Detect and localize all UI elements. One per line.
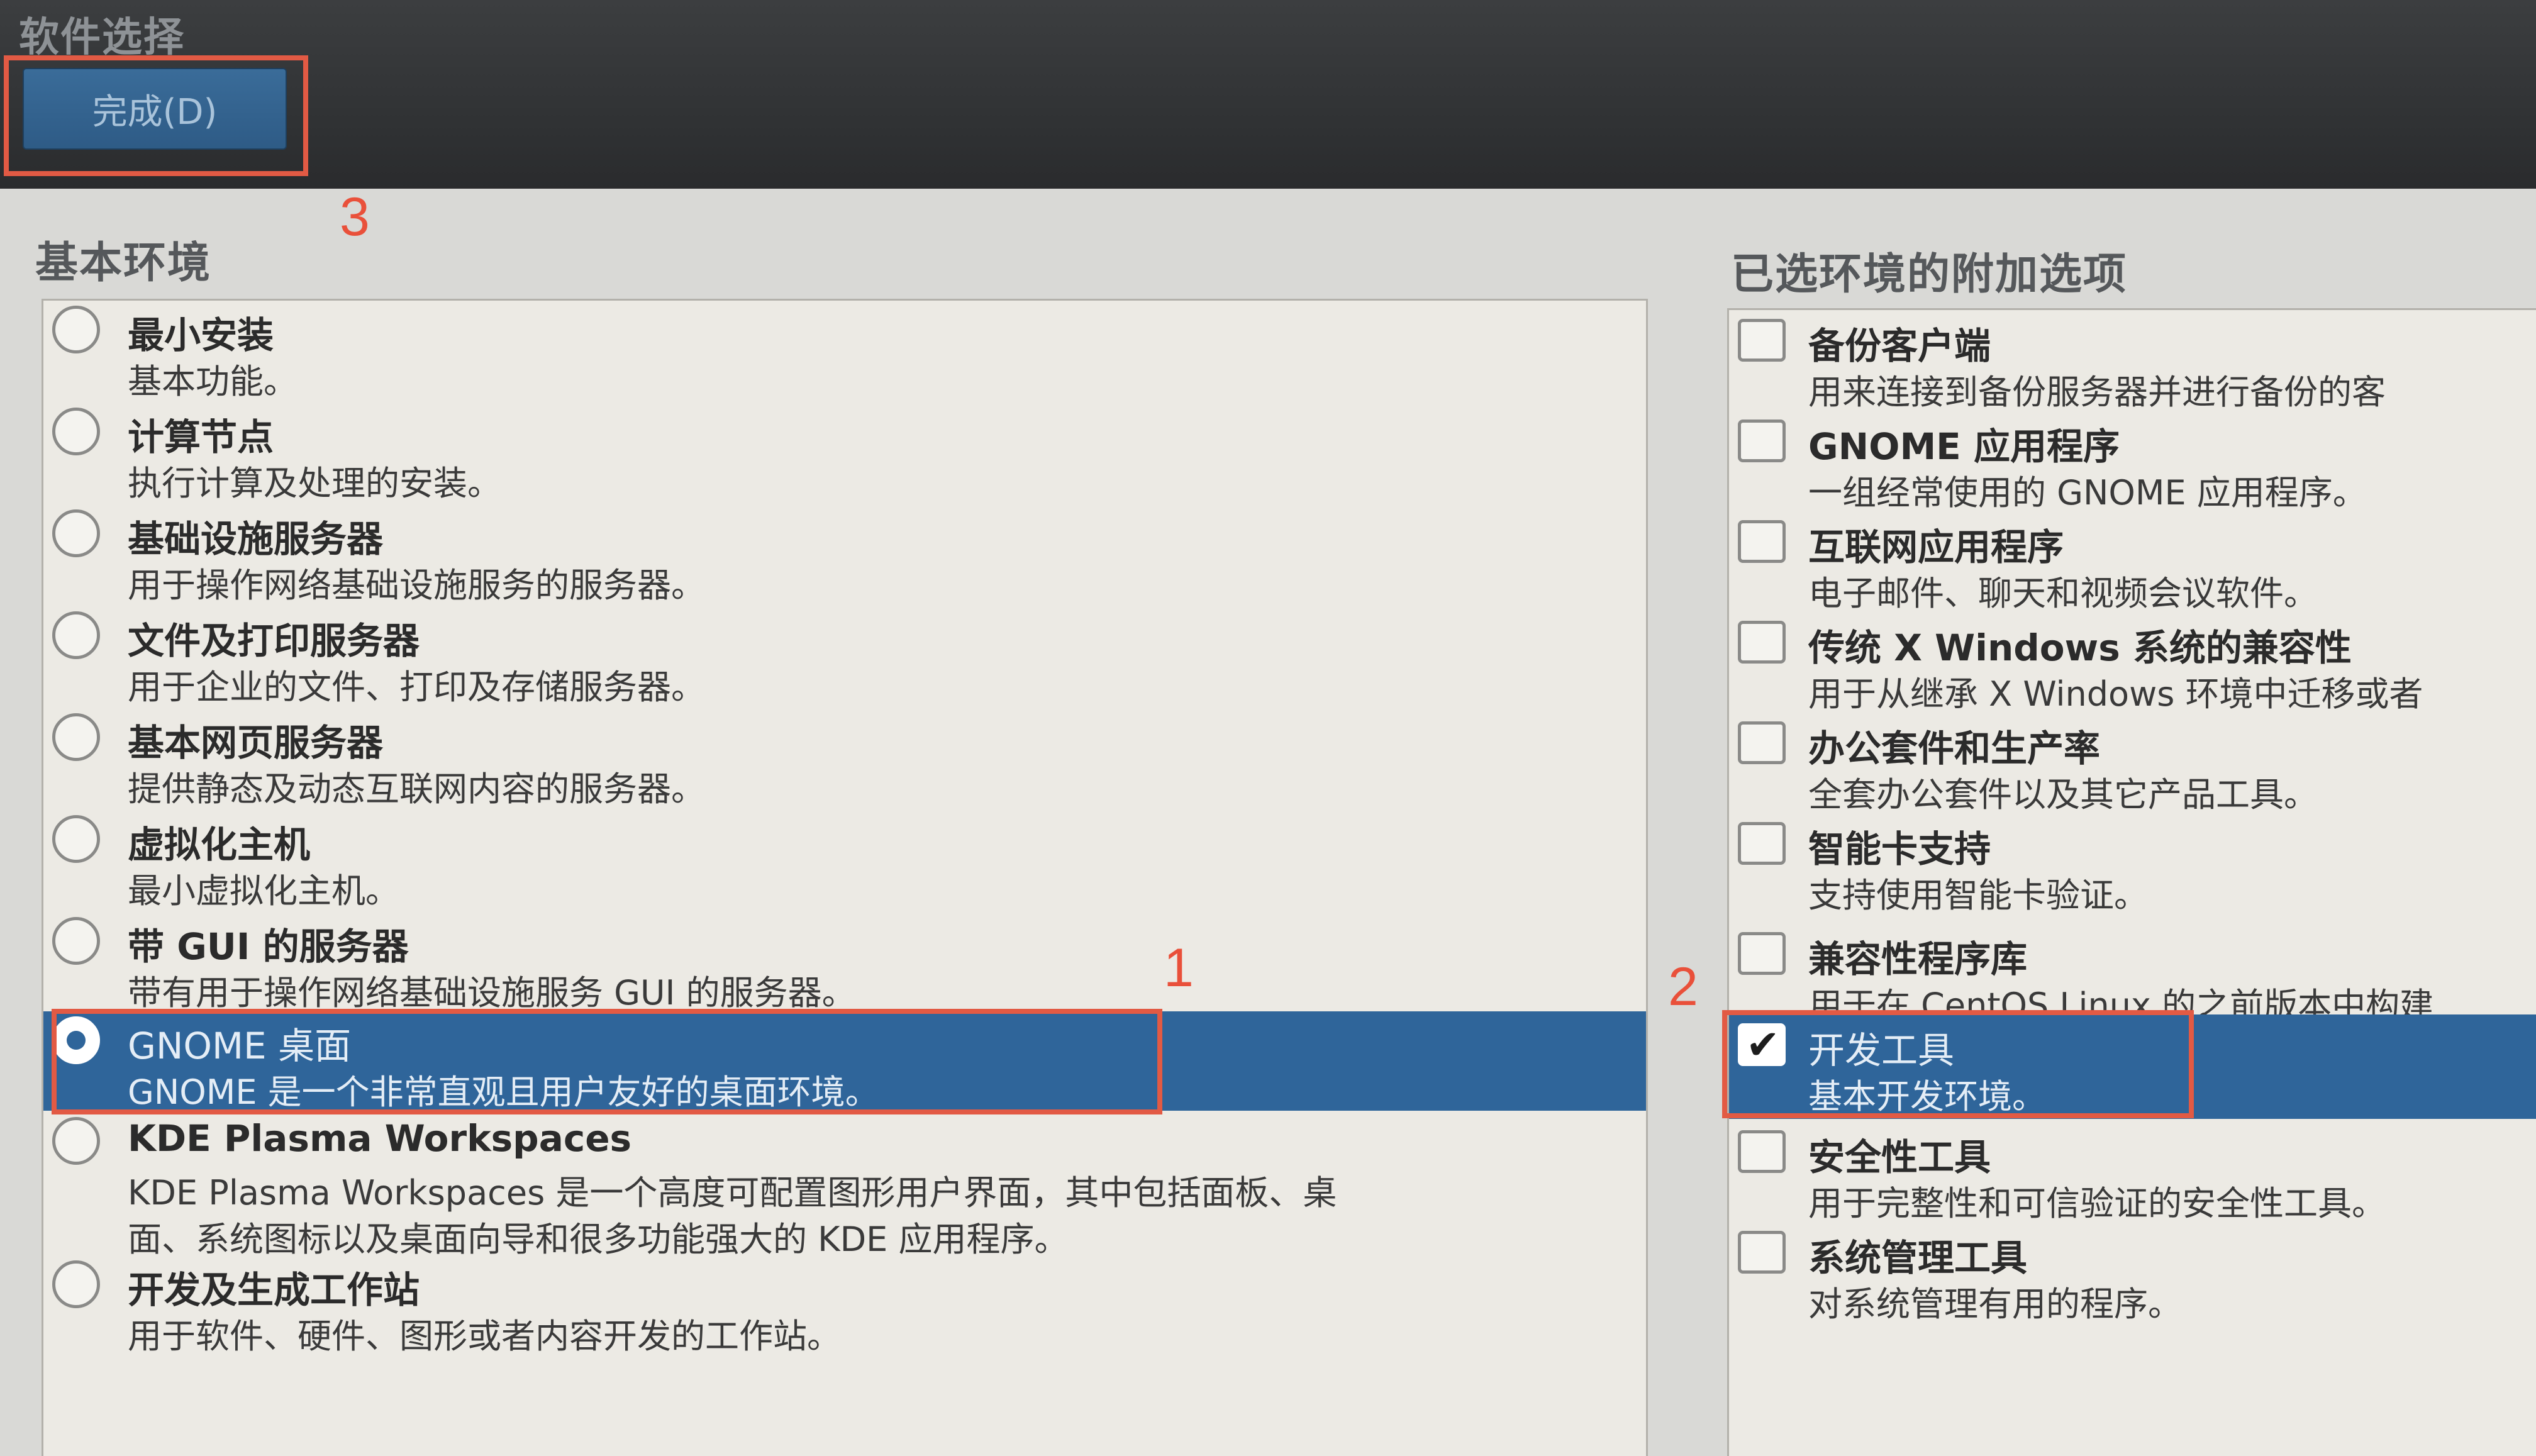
env-item-infrastructure-server[interactable]: 基础设施服务器 用于操作网络基础设施服务的服务器。 [43,504,1646,605]
addon-item-title: 传统 X Windows 系统的兼容性 [1808,626,2352,669]
radio-button[interactable] [52,1260,100,1308]
env-item-title: GNOME 桌面 [128,1025,352,1067]
env-item-desc: 用于软件、硬件、图形或者内容开发的工作站。 [128,1316,841,1356]
radio-button[interactable] [52,509,100,557]
env-item-server-with-gui[interactable]: 带 GUI 的服务器 带有用于操作网络基础设施服务 GUI 的服务器。 [43,912,1646,1013]
addon-list: 备份客户端 用来连接到备份服务器并进行备份的客 GNOME 应用程序 一组经常使… [1727,308,2536,1456]
addon-item-desc: 一组经常使用的 GNOME 应用程序。 [1808,473,2367,513]
addon-item-title: 智能卡支持 [1808,828,1991,870]
addon-item-security-tools[interactable]: 安全性工具 用于完整性和可信验证的安全性工具。 [1729,1121,2536,1223]
checkbox[interactable] [1738,721,1786,764]
env-item-title: 开发及生成工作站 [128,1269,420,1311]
addon-item-compat-libs[interactable]: 兼容性程序库 用于在 CentOS Linux 的之前版本中构建 [1729,923,2536,1025]
env-item-desc: 用于企业的文件、打印及存储服务器。 [128,667,705,707]
environments-label: 基本环境 [35,238,212,288]
env-item-title: KDE Plasma Workspaces [128,1117,632,1160]
addon-item-desc: 用于从继承 X Windows 环境中迁移或者 [1808,674,2423,714]
addon-item-desc: 对系统管理有用的程序。 [1808,1284,2182,1324]
radio-button-selected[interactable] [52,1016,100,1064]
env-item-title: 计算节点 [128,416,274,458]
checkbox[interactable] [1738,932,1786,975]
env-item-title: 基础设施服务器 [128,518,384,560]
addon-item-system-admin-tools[interactable]: 系统管理工具 对系统管理有用的程序。 [1729,1222,2536,1324]
env-item-development-workstation[interactable]: 开发及生成工作站 用于软件、硬件、图形或者内容开发的工作站。 [43,1255,1646,1356]
radio-button[interactable] [52,306,100,353]
env-item-desc: 最小虚拟化主机。 [128,871,399,911]
addon-item-desc: 支持使用智能卡验证。 [1808,875,2148,915]
addon-item-internet-apps[interactable]: 互联网应用程序 电子邮件、聊天和视频会议软件。 [1729,511,2536,613]
env-item-kde-plasma[interactable]: KDE Plasma Workspaces KDE Plasma Workspa… [43,1112,1646,1259]
addon-item-desc: 电子邮件、聊天和视频会议软件。 [1808,574,2318,613]
env-item-compute-node[interactable]: 计算节点 执行计算及处理的安装。 [43,403,1646,503]
addon-item-desc: 全套办公套件以及其它产品工具。 [1808,775,2318,814]
page-title: 软件选择 [19,14,185,61]
annotation-number-2: 2 [1668,957,1698,1017]
radio-button[interactable] [52,611,100,659]
done-button[interactable]: 完成(D) [23,68,287,150]
env-item-title: 最小安装 [128,314,274,357]
env-item-desc: 基本功能。 [128,362,298,401]
addon-item-title: 备份客户端 [1808,325,1991,367]
checkbox[interactable] [1738,822,1786,865]
addon-item-title: GNOME 应用程序 [1808,425,2120,468]
env-item-title: 文件及打印服务器 [128,620,420,662]
annotation-number-3: 3 [340,187,370,247]
radio-button[interactable] [52,713,100,761]
addon-item-title: 互联网应用程序 [1808,526,2064,569]
env-item-desc: 提供静态及动态互联网内容的服务器。 [128,769,705,809]
checkmark-icon: ✔ [1746,1022,1780,1069]
env-item-title: 基本网页服务器 [128,721,384,764]
checkbox[interactable] [1738,520,1786,563]
radio-button[interactable] [52,917,100,965]
checkbox-checked[interactable]: ✔ [1738,1023,1786,1066]
addons-label: 已选环境的附加选项 [1731,250,2128,299]
env-item-desc: GNOME 是一个非常直观且用户友好的桌面环境。 [128,1072,879,1112]
radio-button[interactable] [52,408,100,455]
env-item-desc: 带有用于操作网络基础设施服务 GUI 的服务器。 [128,973,856,1013]
addon-item-gnome-apps[interactable]: GNOME 应用程序 一组经常使用的 GNOME 应用程序。 [1729,411,2536,513]
env-item-file-print-server[interactable]: 文件及打印服务器 用于企业的文件、打印及存储服务器。 [43,606,1646,707]
checkbox[interactable] [1738,1130,1786,1173]
addon-item-legacy-x[interactable]: 传统 X Windows 系统的兼容性 用于从继承 X Windows 环境中迁… [1729,612,2536,714]
addon-item-desc: 用来连接到备份服务器并进行备份的客 [1808,372,2386,412]
addon-item-title: 办公套件和生产率 [1808,727,2101,770]
addon-item-title: 安全性工具 [1808,1136,1991,1179]
env-item-desc: KDE Plasma Workspaces 是一个高度可配置图形用户界面，其中包… [128,1173,1337,1213]
addon-item-desc: 用于完整性和可信验证的安全性工具。 [1808,1184,2386,1223]
checkbox[interactable] [1738,420,1786,462]
addon-item-smart-card[interactable]: 智能卡支持 支持使用智能卡验证。 [1729,813,2536,920]
checkbox[interactable] [1738,621,1786,664]
env-item-desc: 用于操作网络基础设施服务的服务器。 [128,565,705,605]
header-bar: 软件选择 完成(D) [0,0,2536,189]
env-item-virtualization-host[interactable]: 虚拟化主机 最小虚拟化主机。 [43,810,1646,911]
addon-item-development-tools[interactable]: ✔ 开发工具 基本开发环境。 [1729,1014,2536,1119]
checkbox[interactable] [1738,1231,1786,1274]
addon-item-office-suite[interactable]: 办公套件和生产率 全套办公套件以及其它产品工具。 [1729,713,2536,814]
addon-item-title: 开发工具 [1808,1029,1955,1072]
addon-item-desc: 基本开发环境。 [1808,1077,2046,1116]
annotation-number-1: 1 [1164,938,1194,998]
env-item-desc: 执行计算及处理的安装。 [128,464,501,503]
addon-item-title: 系统管理工具 [1808,1236,2028,1279]
env-item-title: 虚拟化主机 [128,823,311,866]
checkbox[interactable] [1738,319,1786,362]
addon-item-backup-client[interactable]: 备份客户端 用来连接到备份服务器并进行备份的客 [1729,310,2536,412]
radio-button[interactable] [52,815,100,863]
env-item-title: 带 GUI 的服务器 [128,925,409,968]
env-item-web-server[interactable]: 基本网页服务器 提供静态及动态互联网内容的服务器。 [43,708,1646,809]
radio-button[interactable] [52,1117,100,1165]
software-selection-screen: 软件选择 完成(D) 3 基本环境 已选环境的附加选项 最小安装 基本功能。 计… [0,0,2536,1456]
env-item-minimal[interactable]: 最小安装 基本功能。 [43,301,1646,401]
environment-list: 最小安装 基本功能。 计算节点 执行计算及处理的安装。 基础设施服务器 用于操作… [42,299,1648,1456]
addon-item-title: 兼容性程序库 [1808,938,2028,981]
env-item-desc-line2: 面、系统图标以及桌面向导和很多功能强大的 KDE 应用程序。 [128,1220,1069,1259]
env-item-gnome-desktop[interactable]: GNOME 桌面 GNOME 是一个非常直观且用户友好的桌面环境。 [43,1011,1646,1112]
